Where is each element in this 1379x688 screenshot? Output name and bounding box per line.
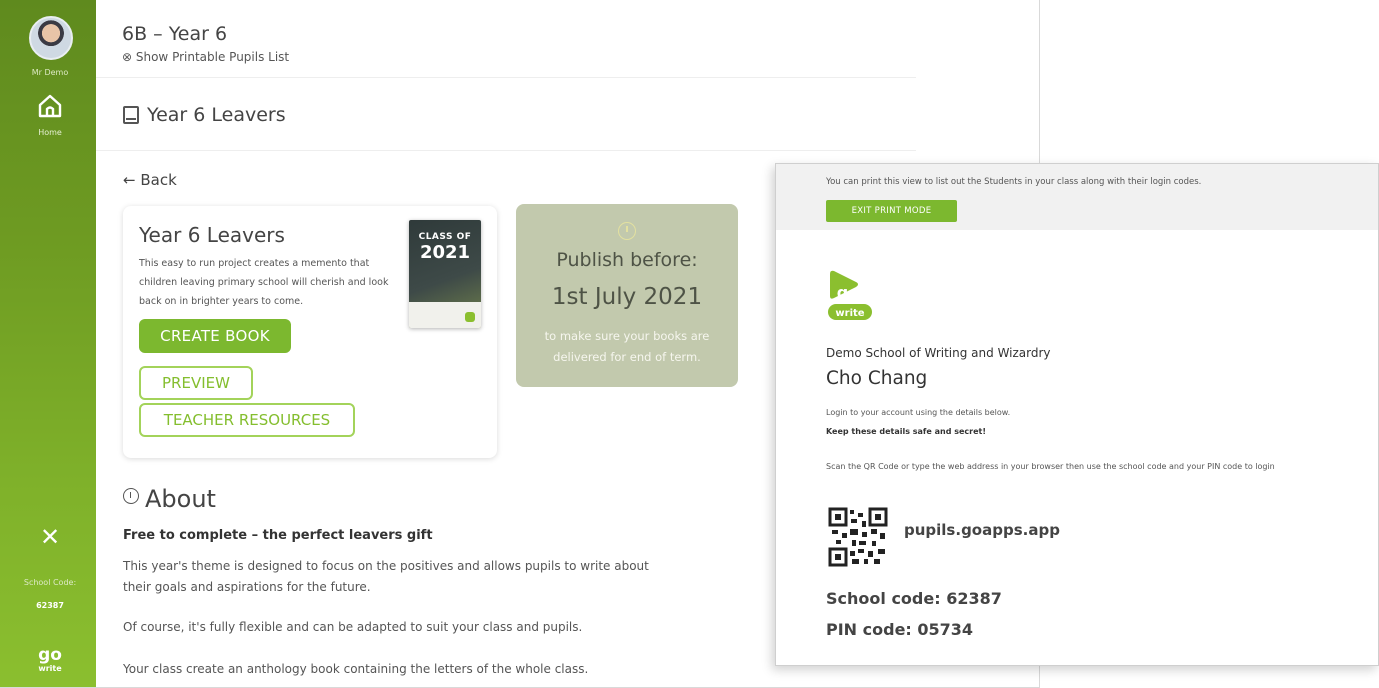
svg-text:go: go xyxy=(38,645,62,665)
about-paragraph-1: This year's theme is designed to focus o… xyxy=(123,559,649,594)
about-subtitle: Free to complete – the perfect leavers g… xyxy=(123,528,433,543)
book-cover-image: CLASS OF 2021 xyxy=(409,220,481,328)
page-header: 6B – Year 6 ⊗ Show Printable Pupils List xyxy=(96,0,916,78)
sidebar-user-name: Mr Demo xyxy=(31,68,69,77)
create-book-button[interactable]: CREATE BOOK xyxy=(139,319,291,353)
project-card: Year 6 Leavers This easy to run project … xyxy=(123,206,497,458)
book-cover-logo-icon xyxy=(465,312,475,322)
qr-code-icon xyxy=(828,507,888,567)
print-toolbar: You can print this view to list out the … xyxy=(776,164,1378,230)
exit-print-mode-button[interactable]: EXIT PRINT MODE xyxy=(826,200,957,222)
print-keep-safe-text: Keep these details safe and secret! xyxy=(826,427,986,436)
svg-text:write: write xyxy=(835,308,864,319)
class-title: 6B – Year 6 xyxy=(122,23,228,45)
about-paragraph-3: Your class create an anthology book cont… xyxy=(123,662,589,676)
print-scan-text: Scan the QR Code or type the web address… xyxy=(826,462,1275,471)
preview-button[interactable]: PREVIEW xyxy=(139,366,253,400)
about-paragraph-2: Of course, it's fully flexible and can b… xyxy=(123,620,583,634)
publish-label: Publish before: xyxy=(556,249,698,271)
sidebar-item-home[interactable]: Home xyxy=(0,128,100,137)
info-icon xyxy=(123,488,139,504)
print-school-code: School code: 62387 xyxy=(826,589,1002,608)
svg-text:write: write xyxy=(38,664,62,673)
book-icon xyxy=(123,106,139,124)
publish-deadline-card: Publish before: 1st July 2021 to make su… xyxy=(516,204,738,387)
publish-note: to make sure your books are delivered fo… xyxy=(544,329,710,364)
back-link[interactable]: ← Back xyxy=(123,171,177,189)
project-heading: Year 6 Leavers xyxy=(147,104,286,126)
project-header: Year 6 Leavers xyxy=(96,79,916,151)
print-login-text: Login to your account using the details … xyxy=(826,408,1011,417)
print-pupil-name: Cho Chang xyxy=(826,368,928,389)
teacher-resources-button[interactable]: TEACHER RESOURCES xyxy=(139,403,355,437)
print-instruction: You can print this view to list out the … xyxy=(826,177,1202,187)
book-cover-line2: 2021 xyxy=(419,242,471,263)
project-card-description: This easy to run project creates a memen… xyxy=(139,258,389,307)
close-icon[interactable]: ✕ xyxy=(38,525,62,549)
go-write-logo: go write xyxy=(828,270,872,320)
print-view-window: You can print this view to list out the … xyxy=(775,163,1379,666)
go-write-logo: go write xyxy=(38,645,62,673)
about-heading: About xyxy=(123,485,216,513)
print-school-name: Demo School of Writing and Wizardry xyxy=(826,346,1051,360)
book-cover-line1: CLASS OF xyxy=(418,232,472,242)
sidebar: Mr Demo Home ✕ School Code: 62387 go wri… xyxy=(0,0,96,687)
about-heading-text: About xyxy=(145,485,216,513)
school-code-value: 62387 xyxy=(36,601,64,610)
project-card-title: Year 6 Leavers xyxy=(139,223,285,247)
publish-date: 1st July 2021 xyxy=(551,284,703,310)
print-pin-code: PIN code: 05734 xyxy=(826,620,974,639)
home-icon[interactable] xyxy=(37,93,63,119)
clock-icon xyxy=(618,222,636,240)
print-login-url: pupils.goapps.app xyxy=(904,521,1060,539)
show-printable-pupils-link[interactable]: ⊗ Show Printable Pupils List xyxy=(122,50,289,64)
avatar[interactable] xyxy=(29,16,73,60)
svg-text:go: go xyxy=(837,283,859,302)
school-code-label: School Code: xyxy=(23,578,77,587)
